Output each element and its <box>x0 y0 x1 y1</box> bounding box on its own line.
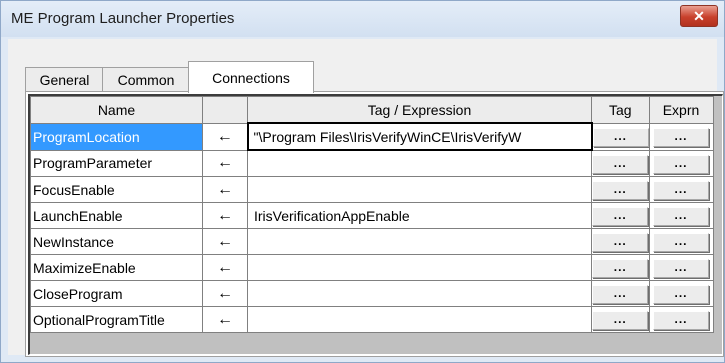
tag-browse-button[interactable]: ... <box>592 207 649 226</box>
row-name-cell[interactable]: CloseProgram <box>30 280 203 307</box>
row-name-cell[interactable]: MaximizeEnable <box>30 254 203 281</box>
arrow-left-icon: ← <box>202 176 248 203</box>
table-row[interactable]: FocusEnable ← ... ... <box>30 176 714 203</box>
exprn-button-cell: ... <box>648 280 714 307</box>
tag-button-cell: ... <box>591 122 650 151</box>
connections-grid: Name Tag / Expression Tag Exprn ProgramL… <box>28 94 723 355</box>
tag-button-cell: ... <box>591 280 650 307</box>
tab-common[interactable]: Common <box>102 67 190 92</box>
row-name-cell[interactable]: ProgramLocation <box>30 122 203 151</box>
tag-expression-cell[interactable] <box>247 254 592 281</box>
connections-panel: Name Tag / Expression Tag Exprn ProgramL… <box>25 91 724 357</box>
table-row[interactable]: OptionalProgramTitle ← ... ... <box>30 306 714 333</box>
connections-table: Name Tag / Expression Tag Exprn ProgramL… <box>30 96 714 333</box>
column-header-arrow <box>202 96 248 124</box>
exprn-button-cell: ... <box>648 228 714 255</box>
title-bar: ME Program Launcher Properties ✕ <box>1 1 724 37</box>
properties-dialog: ME Program Launcher Properties ✕ General… <box>0 0 725 363</box>
row-name-cell[interactable]: OptionalProgramTitle <box>30 306 203 333</box>
tab-common-label: Common <box>117 72 175 88</box>
table-row[interactable]: ProgramParameter ← ... ... <box>30 149 714 177</box>
table-row[interactable]: MaximizeEnable ← ... ... <box>30 254 714 281</box>
tag-button-cell: ... <box>591 176 650 203</box>
tab-strip: General Common Connections <box>25 61 425 93</box>
tag-expression-cell[interactable]: IrisVerificationAppEnable <box>247 202 592 229</box>
tag-browse-button[interactable]: ... <box>592 259 649 278</box>
expression-browse-button[interactable]: ... <box>653 311 709 330</box>
column-header-tag-expression[interactable]: Tag / Expression <box>247 96 592 124</box>
arrow-left-icon: ← <box>202 280 248 307</box>
row-name-cell[interactable]: NewInstance <box>30 228 203 255</box>
tag-browse-button[interactable]: ... <box>592 311 649 330</box>
expression-browse-button[interactable]: ... <box>653 128 709 147</box>
tag-button-cell: ... <box>591 254 650 281</box>
column-header-name[interactable]: Name <box>30 96 203 124</box>
tag-browse-button[interactable]: ... <box>592 154 649 174</box>
exprn-button-cell: ... <box>648 149 714 177</box>
column-header-exprn[interactable]: Exprn <box>648 96 714 124</box>
tag-browse-button[interactable]: ... <box>592 181 649 200</box>
exprn-button-cell: ... <box>648 254 714 281</box>
expression-browse-button[interactable]: ... <box>653 233 709 252</box>
header-row: Name Tag / Expression Tag Exprn <box>30 96 714 124</box>
arrow-left-icon: ← <box>202 254 248 281</box>
exprn-button-cell: ... <box>648 122 714 151</box>
tag-expression-cell[interactable]: "\Program Files\IrisVerifyWinCE\IrisVeri… <box>246 122 593 151</box>
tag-button-cell: ... <box>591 306 650 333</box>
tag-browse-button[interactable]: ... <box>592 128 649 147</box>
tag-button-cell: ... <box>591 228 650 255</box>
table-row[interactable]: NewInstance ← ... ... <box>30 228 714 255</box>
tag-expression-cell[interactable] <box>247 176 592 203</box>
expression-browse-button[interactable]: ... <box>653 285 709 304</box>
window-title: ME Program Launcher Properties <box>11 10 235 27</box>
tag-expression-cell[interactable] <box>247 228 592 255</box>
expression-browse-button[interactable]: ... <box>653 154 709 174</box>
expression-browse-button[interactable]: ... <box>653 207 709 226</box>
close-icon: ✕ <box>693 7 705 24</box>
tab-general[interactable]: General <box>25 67 104 92</box>
arrow-left-icon: ← <box>202 149 248 177</box>
exprn-button-cell: ... <box>648 176 714 203</box>
tag-expression-cell[interactable] <box>247 306 592 333</box>
arrow-left-icon: ← <box>202 122 248 151</box>
tag-button-cell: ... <box>591 202 650 229</box>
row-name-cell[interactable]: LaunchEnable <box>30 202 203 229</box>
tab-general-label: General <box>39 72 90 88</box>
expression-browse-button[interactable]: ... <box>653 181 709 200</box>
arrow-left-icon: ← <box>202 202 248 229</box>
arrow-left-icon: ← <box>202 228 248 255</box>
arrow-left-icon: ← <box>202 306 248 333</box>
dialog-body: General Common Connections Name Tag / Ex… <box>8 39 724 357</box>
exprn-button-cell: ... <box>648 306 714 333</box>
expression-browse-button[interactable]: ... <box>653 259 709 278</box>
table-row[interactable]: ProgramLocation ← "\Program Files\IrisVe… <box>30 122 714 151</box>
tag-browse-button[interactable]: ... <box>592 285 649 304</box>
column-header-tag[interactable]: Tag <box>591 96 650 124</box>
table-row[interactable]: LaunchEnable ← IrisVerificationAppEnable… <box>30 202 714 229</box>
exprn-button-cell: ... <box>648 202 714 229</box>
table-row[interactable]: CloseProgram ← ... ... <box>30 280 714 307</box>
tab-connections[interactable]: Connections <box>188 61 314 93</box>
tab-connections-label: Connections <box>212 69 290 86</box>
row-name-cell[interactable]: FocusEnable <box>30 176 203 203</box>
tag-expression-cell[interactable] <box>247 280 592 307</box>
tag-expression-cell[interactable] <box>247 149 592 177</box>
tag-browse-button[interactable]: ... <box>592 233 649 252</box>
close-button[interactable]: ✕ <box>680 5 718 27</box>
row-name-cell[interactable]: ProgramParameter <box>30 149 203 177</box>
tag-button-cell: ... <box>591 149 650 177</box>
